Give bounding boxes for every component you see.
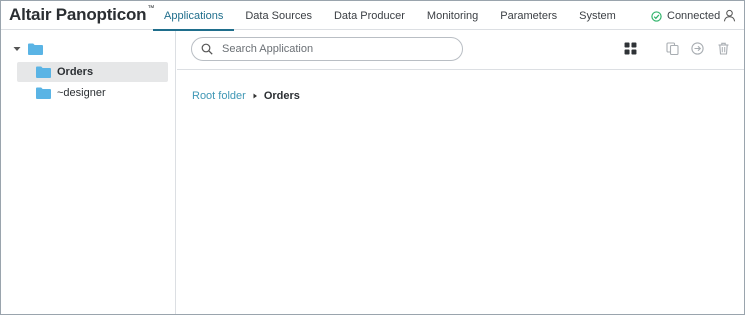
app-logo: Altair Panopticon™	[9, 5, 154, 25]
tab-applications[interactable]: Applications	[153, 1, 235, 31]
caret-right-icon	[253, 93, 257, 99]
tree-item-label: ~designer	[57, 87, 106, 99]
caret-down-icon[interactable]	[13, 45, 21, 53]
search-input[interactable]	[222, 43, 442, 55]
check-circle-icon	[651, 10, 662, 22]
tab-data-producer[interactable]: Data Producer	[323, 1, 416, 30]
delete-icon[interactable]	[717, 42, 730, 55]
tree-item-label: Orders	[57, 66, 94, 78]
connection-status: Connected	[651, 10, 720, 22]
breadcrumb: Root folder Orders	[192, 90, 300, 102]
main-nav-tabs: Applications Data Sources Data Producer …	[153, 1, 627, 31]
tree-item-designer[interactable]: ~designer	[17, 83, 168, 103]
breadcrumb-root-link[interactable]: Root folder	[192, 90, 246, 102]
user-icon[interactable]	[723, 9, 736, 22]
search-icon	[201, 43, 213, 55]
folder-tree-sidebar: Orders ~designer	[1, 31, 176, 314]
folder-icon	[36, 66, 51, 78]
tab-system[interactable]: System	[568, 1, 627, 30]
folder-icon	[36, 87, 51, 99]
tab-data-sources[interactable]: Data Sources	[234, 1, 323, 30]
tab-monitoring[interactable]: Monitoring	[416, 1, 489, 30]
brand-name: Altair Panopticon	[9, 5, 147, 24]
grid-view-icon[interactable]	[624, 42, 637, 55]
main-toolbar	[177, 31, 744, 70]
tree-root[interactable]	[13, 43, 43, 55]
breadcrumb-current: Orders	[263, 90, 300, 102]
copy-icon[interactable]	[666, 42, 679, 55]
move-icon[interactable]	[691, 42, 704, 55]
connection-status-label: Connected	[667, 10, 721, 22]
search-box[interactable]	[191, 37, 463, 61]
tree-item-orders[interactable]: Orders	[17, 62, 168, 82]
folder-icon	[28, 43, 43, 55]
top-header: Altair Panopticon™ Applications Data Sou…	[1, 1, 744, 31]
tab-parameters[interactable]: Parameters	[489, 1, 568, 30]
